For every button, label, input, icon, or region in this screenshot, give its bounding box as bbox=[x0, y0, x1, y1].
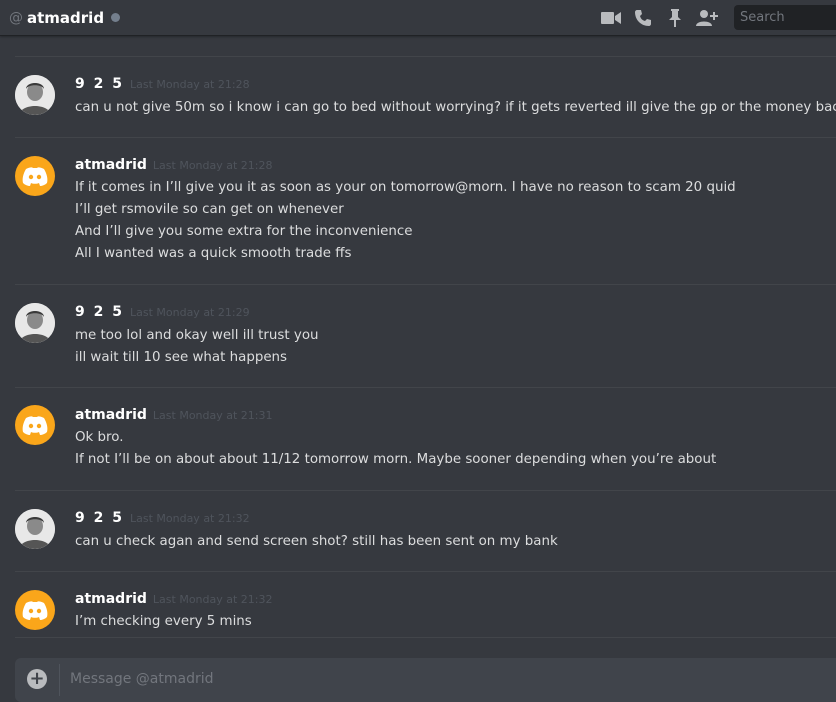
message-author[interactable]: atmadrid Last Monday at 21:31 bbox=[75, 407, 273, 423]
user-avatar[interactable] bbox=[15, 75, 55, 115]
pin-icon[interactable] bbox=[664, 7, 686, 29]
message-timestamp: Last Monday at 21:29 bbox=[129, 306, 250, 319]
author-name[interactable]: 9 2 5 bbox=[75, 304, 124, 320]
message-author[interactable]: atmadrid Last Monday at 21:28 bbox=[75, 157, 273, 173]
message-timestamp: Last Monday at 21:28 bbox=[152, 159, 273, 172]
message-text: I’ll get rsmovile so can get on whenever bbox=[75, 202, 344, 217]
message-text: me too lol and okay well ill trust you bbox=[75, 328, 319, 343]
top-divider bbox=[15, 56, 836, 57]
status-indicator bbox=[111, 13, 121, 22]
message-divider bbox=[15, 571, 836, 572]
message-text: All I wanted was a quick smooth trade ff… bbox=[75, 246, 352, 261]
author-name[interactable]: atmadrid bbox=[75, 157, 147, 173]
message-text: If not I’ll be on about about 11/12 tomo… bbox=[75, 452, 717, 467]
message-text: ill wait till 10 see what happens bbox=[75, 350, 288, 365]
message-timestamp: Last Monday at 21:32 bbox=[152, 593, 273, 606]
author-name[interactable]: 9 2 5 bbox=[75, 510, 124, 526]
discord-avatar[interactable] bbox=[15, 156, 55, 196]
message-text: can u not give 50m so i know i can go to… bbox=[75, 100, 836, 115]
message-text: If it comes in I’ll give you it as soon … bbox=[75, 180, 736, 195]
message-divider bbox=[15, 637, 836, 638]
discord-avatar[interactable] bbox=[15, 590, 55, 630]
message-composer: + Message @atmadrid bbox=[15, 658, 836, 702]
header-toolbar bbox=[600, 0, 728, 35]
composer-divider bbox=[59, 664, 60, 696]
message-text: And I’ll give you some extra for the inc… bbox=[75, 224, 413, 239]
video-camera-icon[interactable] bbox=[600, 7, 622, 29]
author-name[interactable]: 9 2 5 bbox=[75, 76, 124, 92]
message-timestamp: Last Monday at 21:31 bbox=[152, 409, 273, 422]
user-avatar[interactable] bbox=[15, 303, 55, 343]
message-divider bbox=[15, 387, 836, 388]
message-text: I’m checking every 5 mins bbox=[75, 614, 252, 629]
message-timestamp: Last Monday at 21:32 bbox=[129, 512, 250, 525]
message-author[interactable]: atmadrid Last Monday at 21:32 bbox=[75, 591, 273, 607]
channel-header: @ atmadrid Search bbox=[0, 0, 836, 36]
message-timestamp: Last Monday at 21:28 bbox=[129, 78, 250, 91]
phone-icon[interactable] bbox=[632, 7, 654, 29]
author-name[interactable]: atmadrid bbox=[75, 591, 147, 607]
message-author[interactable]: 9 2 5 Last Monday at 21:28 bbox=[75, 76, 250, 92]
message-divider bbox=[15, 490, 836, 491]
channel-title: atmadrid bbox=[27, 8, 105, 27]
message-text: Ok bro. bbox=[75, 430, 124, 445]
message-author[interactable]: 9 2 5 Last Monday at 21:32 bbox=[75, 510, 250, 526]
upload-plus-icon[interactable]: + bbox=[27, 669, 47, 689]
message-divider bbox=[15, 284, 836, 285]
message-author[interactable]: 9 2 5 Last Monday at 21:29 bbox=[75, 304, 250, 320]
discord-avatar[interactable] bbox=[15, 405, 55, 445]
at-symbol: @ bbox=[9, 9, 23, 26]
search-input[interactable]: Search bbox=[734, 5, 836, 30]
message-text: can u check agan and send screen shot? s… bbox=[75, 534, 558, 549]
message-divider bbox=[15, 137, 836, 138]
user-avatar[interactable] bbox=[15, 509, 55, 549]
author-name[interactable]: atmadrid bbox=[75, 407, 147, 423]
add-friend-icon[interactable] bbox=[696, 7, 718, 29]
message-input[interactable]: Message @atmadrid bbox=[70, 671, 214, 687]
